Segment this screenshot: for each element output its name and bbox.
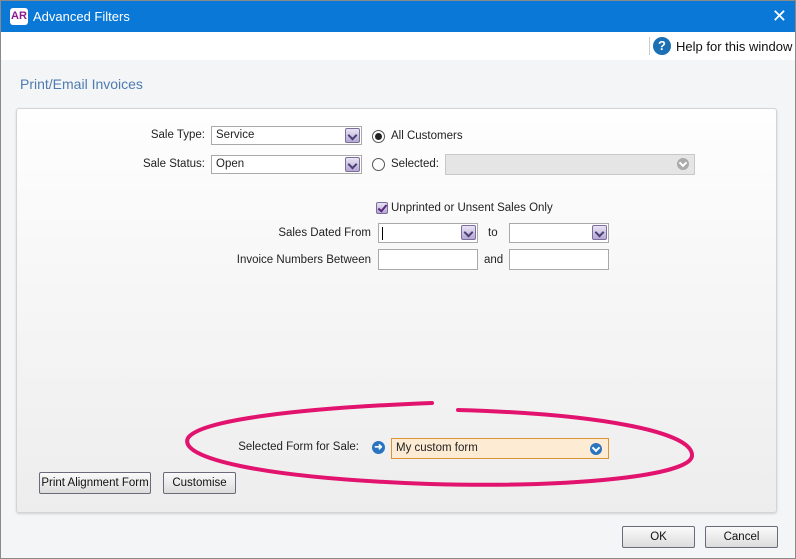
date-to-select[interactable] (509, 223, 609, 243)
selected-form-label: Selected Form for Sale: (238, 441, 359, 453)
selected-form-select[interactable]: My custom form (391, 438, 609, 459)
chevron-down-icon[interactable] (461, 225, 476, 240)
chevron-down-icon[interactable] (345, 128, 360, 143)
help-bar: ? Help for this window (1, 32, 795, 60)
print-alignment-form-button[interactable]: Print Alignment Form (39, 472, 151, 494)
chevron-down-icon[interactable] (590, 443, 602, 455)
ok-button[interactable]: OK (622, 526, 695, 548)
divider (649, 37, 650, 55)
sale-status-label: Sale Status: (142, 158, 205, 170)
customise-button[interactable]: Customise (163, 472, 236, 494)
to-label: to (488, 227, 498, 239)
invoice-numbers-label: Invoice Numbers Between (236, 254, 371, 266)
page-title: Print/Email Invoices (20, 76, 143, 92)
unprinted-only-checkbox[interactable] (376, 202, 388, 214)
help-link[interactable]: Help for this window (676, 39, 792, 54)
sale-type-value: Service (216, 129, 255, 141)
date-from-select[interactable] (378, 223, 478, 243)
sale-type-select[interactable]: Service (211, 126, 362, 145)
sale-type-label: Sale Type: (150, 129, 205, 141)
unprinted-only-label: Unprinted or Unsent Sales Only (391, 202, 553, 214)
invoice-to-input[interactable] (509, 249, 609, 270)
invoice-from-input[interactable] (378, 249, 478, 270)
sales-dated-from-label: Sales Dated From (278, 227, 371, 239)
and-label: and (484, 254, 504, 266)
arrow-right-icon[interactable]: ➜ (372, 441, 385, 454)
chevron-down-icon[interactable] (345, 157, 360, 172)
chevron-down-icon[interactable] (592, 225, 607, 240)
window-title: Advanced Filters (33, 9, 130, 24)
selected-customers-label: Selected: (391, 158, 439, 170)
text-cursor (382, 227, 383, 240)
selected-customers-select (445, 154, 695, 175)
chevron-down-icon (677, 158, 689, 170)
app-logo-icon: AR (10, 8, 28, 25)
all-customers-label: All Customers (391, 130, 463, 142)
all-customers-radio[interactable] (372, 130, 385, 143)
selected-customers-radio[interactable] (372, 158, 385, 171)
cancel-button[interactable]: Cancel (705, 526, 778, 548)
help-icon[interactable]: ? (653, 37, 671, 55)
close-icon[interactable]: ✕ (772, 6, 787, 26)
selected-form-value: My custom form (396, 442, 478, 454)
title-bar: AR Advanced Filters ✕ (1, 1, 795, 32)
sale-status-value: Open (216, 158, 245, 170)
sale-status-select[interactable]: Open (211, 155, 362, 174)
